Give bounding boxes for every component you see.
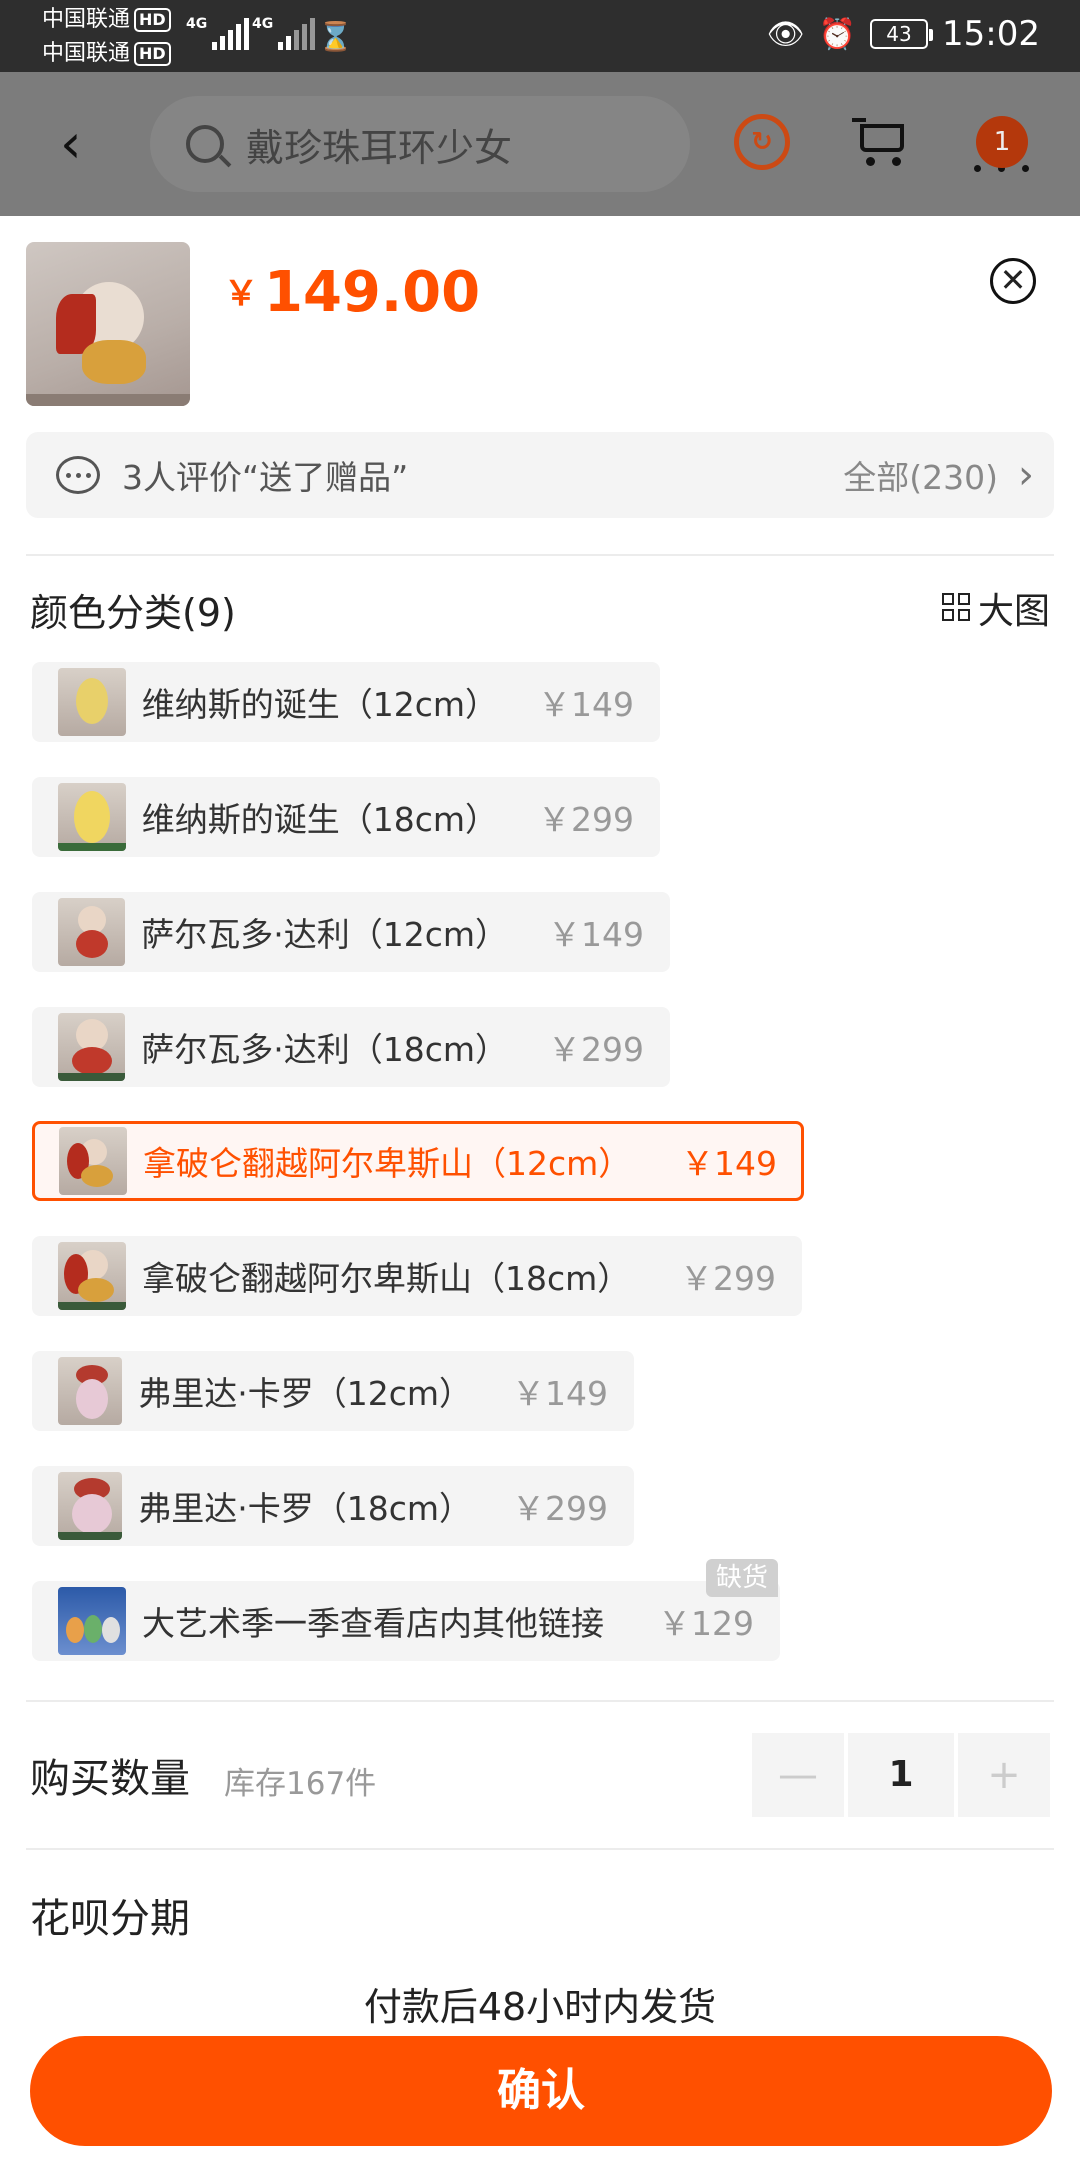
back-icon[interactable]: ‹ (60, 114, 82, 174)
review-bar[interactable]: 3人评价“送了赠品” 全部(230) › (26, 432, 1054, 518)
product-price: ￥ 149.00 (224, 260, 481, 325)
sku-option[interactable]: 维纳斯的诞生（12cm） ￥149 (32, 662, 660, 742)
search-bar[interactable]: 戴珍珠耳环少女 (150, 96, 690, 192)
increment-button[interactable]: + (958, 1733, 1050, 1817)
signal-icon: 4G (186, 16, 250, 50)
close-icon[interactable]: ✕ (990, 258, 1036, 304)
option-thumb (58, 783, 126, 851)
option-thumb (58, 668, 126, 736)
signal-icon-2: 4G (252, 16, 316, 50)
quantity-stepper: — 1 + (752, 1733, 1050, 1817)
cart-icon[interactable] (852, 116, 908, 166)
big-image-button[interactable]: 大图 (941, 582, 1050, 634)
shipping-note: 付款后48小时内发货 (363, 1985, 717, 2029)
alarm-icon: ⏰ (818, 16, 857, 52)
hourglass-icon: ⌛ (318, 20, 353, 53)
product-image[interactable] (26, 242, 190, 406)
category-title: 颜色分类(9) (30, 591, 236, 635)
sku-option[interactable]: 拿破仑翻越阿尔卑斯山（18cm） ￥299 (32, 1236, 802, 1316)
status-bar: 中国联通 HD 中国联通 HD 4G 4G ⌛ 👁 ⏰ 43 15:02 (0, 0, 1080, 72)
decrement-button[interactable]: — (752, 1733, 844, 1817)
cart-badge: 1 (976, 116, 1028, 168)
sku-option-selected[interactable]: 拿破仑翻越阿尔卑斯山（12cm） ￥149 (32, 1121, 804, 1201)
quantity-value[interactable]: 1 (848, 1733, 954, 1817)
quantity-label: 购买数量 (30, 1756, 190, 1802)
carrier-2: 中国联通 HD (42, 40, 171, 68)
divider (26, 1848, 1054, 1850)
option-thumb (59, 1127, 127, 1195)
option-thumb (58, 1242, 126, 1310)
share-icon[interactable]: ↻ (734, 114, 790, 170)
comment-icon (56, 456, 100, 494)
option-thumb (58, 1013, 126, 1081)
sku-option[interactable]: 萨尔瓦多·达利（18cm） ￥299 (32, 1007, 670, 1087)
more-button[interactable]: 1 (972, 116, 1032, 176)
divider (26, 554, 1054, 556)
grid-icon (941, 593, 972, 623)
sku-option[interactable]: 维纳斯的诞生（18cm） ￥299 (32, 777, 660, 857)
sku-option[interactable]: 弗里达·卡罗（18cm） ￥299 (32, 1466, 634, 1546)
installment-label: 花呗分期 (30, 1896, 190, 1942)
review-all: 全部(230) (843, 458, 998, 497)
option-thumb (58, 1472, 123, 1540)
chevron-right-icon: › (1018, 452, 1034, 498)
carrier-1: 中国联通 HD (42, 6, 171, 34)
review-summary: 3人评价“送了赠品” (122, 458, 409, 497)
clock: 15:02 (942, 14, 1040, 54)
option-thumb (58, 1357, 123, 1425)
big-image-label: 大图 (977, 591, 1050, 632)
sku-option[interactable]: 萨尔瓦多·达利（12cm） ￥149 (32, 892, 670, 972)
eye-icon: 👁 (766, 16, 805, 52)
out-of-stock-badge: 缺货 (705, 1559, 778, 1597)
divider (26, 1700, 1054, 1702)
search-text: 戴珍珠耳环少女 (246, 125, 513, 170)
battery-icon: 43 (870, 19, 934, 49)
confirm-button[interactable]: 确认 (30, 2036, 1052, 2146)
option-thumb (58, 898, 126, 966)
sku-option-out-of-stock[interactable]: 大艺术季一季查看店内其他链接 ￥129 缺货 (32, 1559, 780, 1661)
option-thumb (58, 1587, 126, 1655)
sku-sheet: ￥ 149.00 ✕ 3人评价“送了赠品” 全部(230) › 颜色分类(9) 大… (0, 216, 1080, 2160)
page-header: ‹ 戴珍珠耳环少女 ↻ 1 (0, 72, 1080, 216)
sku-option[interactable]: 弗里达·卡罗（12cm） ￥149 (32, 1351, 634, 1431)
search-icon (186, 125, 224, 163)
stock-text: 库存167件 (224, 1766, 377, 1802)
